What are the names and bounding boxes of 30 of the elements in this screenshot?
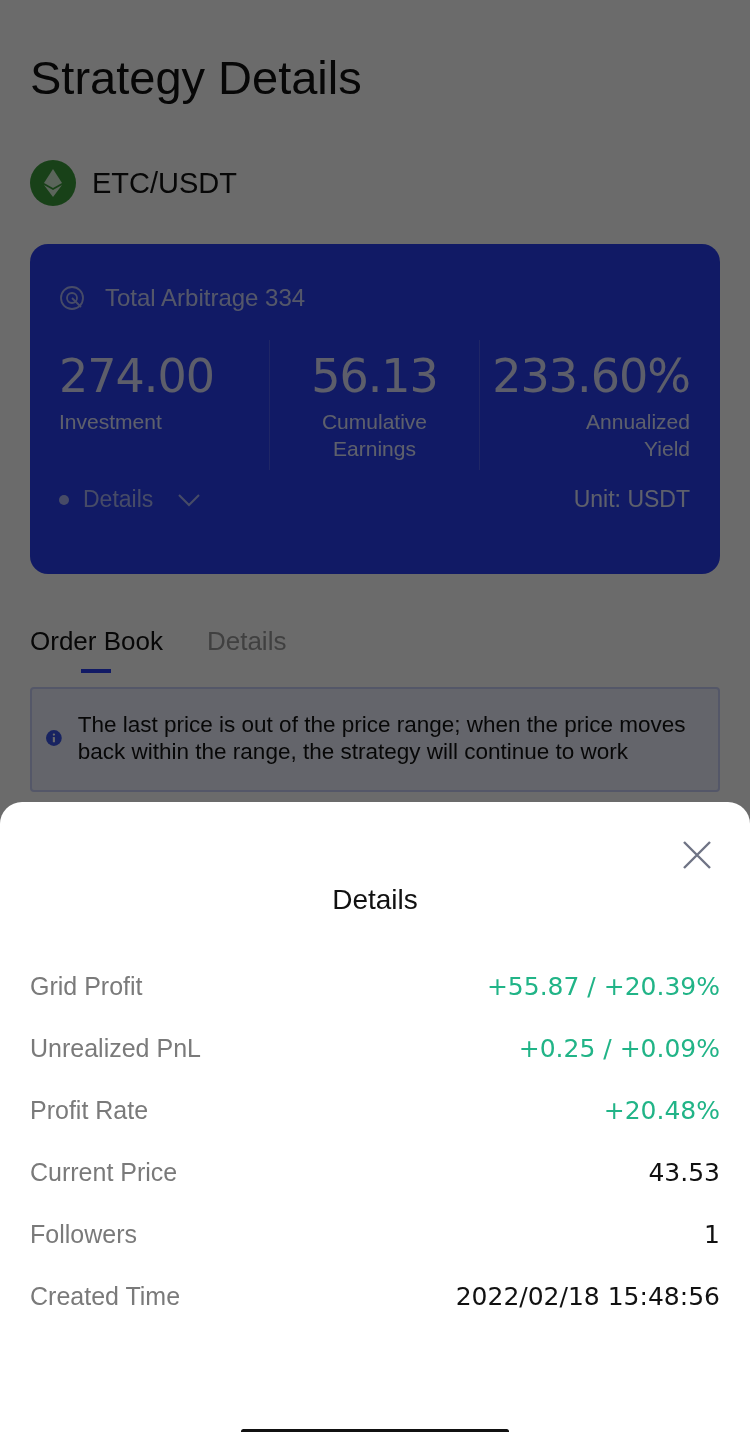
detail-label: Unrealized PnL [30,1033,201,1063]
detail-label: Profit Rate [30,1095,149,1125]
page-title: Strategy Details [30,50,363,106]
detail-label: Grid Profit [30,971,143,1001]
notice-text: The last price is out of the price range; when the price moves back within the range, the strategy will continue to work [77,710,687,765]
summary-title: Total Arbitrage 334 [105,284,306,312]
stat-label: Annualized Yield [585,409,690,462]
detail-label: Created Time [30,1281,181,1311]
stat-label: Investment [59,409,163,435]
coin-icon [30,160,76,206]
detail-value: +0.25 / +0.09% [518,1033,720,1063]
bullet-icon [59,494,69,505]
detail-value: +55.87 / +20.39% [486,971,720,1001]
pair-name: ETC/USDT [92,166,237,200]
chevron-down-icon [177,492,202,507]
stat-value: 274.00 [59,348,215,405]
detail-value: 1 [704,1219,720,1249]
detail-value: 43.53 [648,1157,720,1187]
close-icon[interactable] [682,840,712,870]
tab[interactable]: Order Book [30,626,163,673]
target-icon [59,285,85,311]
detail-value: 2022/02/18 15:48:56 [455,1281,720,1311]
sheet-title: Details [331,884,419,916]
unit-label: Unit: USDT [573,486,690,513]
stat-value: 233.60% [491,348,690,405]
stat-label: Cumulative Earnings [320,409,428,462]
detail-label: Followers [30,1219,137,1249]
stat-value: 56.13 [310,348,439,405]
detail-value: +20.48% [603,1095,720,1125]
detail-label: Current Price [30,1157,178,1187]
